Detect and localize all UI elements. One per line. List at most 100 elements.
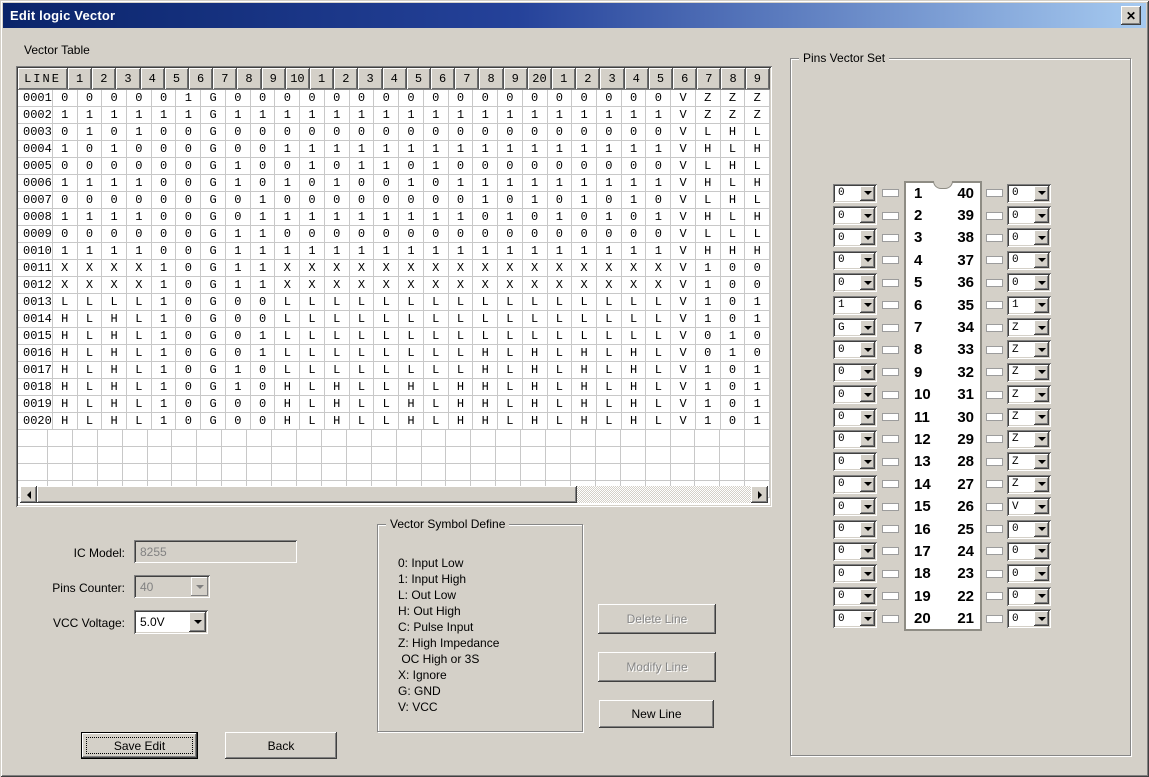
right-pin-combo[interactable]: Z bbox=[1007, 452, 1051, 471]
right-pin-combo[interactable]: 0 bbox=[1007, 228, 1051, 247]
vector-cell[interactable]: 1 bbox=[127, 243, 152, 260]
vector-cell[interactable]: 1 bbox=[374, 209, 399, 226]
right-pin-dropdown-button[interactable] bbox=[1034, 611, 1049, 626]
vector-cell[interactable]: 0 bbox=[127, 226, 152, 243]
vector-cell[interactable]: H bbox=[102, 362, 127, 379]
vector-cell[interactable]: 0 bbox=[53, 192, 78, 209]
vector-cell[interactable]: L bbox=[374, 328, 399, 345]
vector-cell[interactable]: G bbox=[201, 90, 226, 107]
vector-cell[interactable]: G bbox=[201, 226, 226, 243]
vector-cell[interactable]: L bbox=[548, 362, 573, 379]
vector-cell[interactable]: V bbox=[671, 175, 696, 192]
vector-cell[interactable]: 1 bbox=[325, 243, 350, 260]
vector-cell[interactable]: 0 bbox=[350, 124, 375, 141]
vector-cell[interactable]: 1 bbox=[424, 243, 449, 260]
vector-cell[interactable]: L bbox=[548, 328, 573, 345]
vector-cell[interactable]: H bbox=[523, 379, 548, 396]
vector-cell[interactable]: 0 bbox=[300, 124, 325, 141]
vector-cell[interactable]: L bbox=[53, 294, 78, 311]
scroll-left-button[interactable] bbox=[20, 486, 37, 503]
vector-cell[interactable]: X bbox=[325, 260, 350, 277]
vector-cell[interactable]: L bbox=[622, 294, 647, 311]
line-number-cell[interactable]: 0019 bbox=[18, 396, 53, 413]
vector-cell[interactable]: 0 bbox=[572, 158, 597, 175]
vector-cell[interactable]: X bbox=[646, 260, 671, 277]
vector-cell[interactable]: 0 bbox=[597, 90, 622, 107]
vector-cell[interactable]: V bbox=[671, 260, 696, 277]
vector-cell[interactable]: Z bbox=[721, 90, 746, 107]
vector-cell[interactable]: X bbox=[473, 260, 498, 277]
vector-cell[interactable]: H bbox=[572, 396, 597, 413]
vector-cell[interactable]: L bbox=[745, 192, 770, 209]
vector-cell[interactable]: 1 bbox=[696, 413, 721, 430]
vector-cell[interactable]: 1 bbox=[548, 107, 573, 124]
vector-cell[interactable]: 1 bbox=[597, 107, 622, 124]
vector-cell[interactable]: X bbox=[325, 277, 350, 294]
left-pin-combo[interactable]: 0 bbox=[833, 340, 877, 359]
vector-cell[interactable]: X bbox=[300, 277, 325, 294]
vector-cell[interactable]: 1 bbox=[498, 175, 523, 192]
vector-cell[interactable]: 0 bbox=[646, 192, 671, 209]
vector-cell[interactable]: L bbox=[300, 294, 325, 311]
vector-cell[interactable]: 1 bbox=[350, 209, 375, 226]
vector-cell[interactable]: G bbox=[201, 413, 226, 430]
right-pin-dropdown-button[interactable] bbox=[1034, 499, 1049, 514]
vector-cell[interactable]: H bbox=[53, 413, 78, 430]
scrollbar-track[interactable] bbox=[577, 486, 751, 503]
vector-cell[interactable]: 0 bbox=[226, 311, 251, 328]
vector-cell[interactable]: H bbox=[473, 396, 498, 413]
vector-cell[interactable]: 1 bbox=[424, 107, 449, 124]
table-row[interactable]: 0015HLHL10G01LLLLLLLLLLLLLLLLV010 bbox=[18, 328, 770, 345]
vector-cell[interactable]: 1 bbox=[498, 243, 523, 260]
line-number-cell[interactable]: 0007 bbox=[18, 192, 53, 209]
left-pin-dropdown-button[interactable] bbox=[860, 230, 875, 245]
vector-cell[interactable]: X bbox=[572, 260, 597, 277]
vector-cell[interactable]: 0 bbox=[176, 124, 201, 141]
right-pin-dropdown-button[interactable] bbox=[1034, 544, 1049, 559]
right-pin-combo[interactable]: 0 bbox=[1007, 542, 1051, 561]
vector-cell[interactable]: H bbox=[622, 345, 647, 362]
vector-cell[interactable]: Z bbox=[696, 107, 721, 124]
line-number-cell[interactable]: 0009 bbox=[18, 226, 53, 243]
vector-cell[interactable]: 1 bbox=[374, 141, 399, 158]
vector-cell[interactable]: 1 bbox=[152, 277, 177, 294]
vector-cell[interactable]: L bbox=[449, 294, 474, 311]
vector-cell[interactable]: L bbox=[424, 362, 449, 379]
vector-cell[interactable]: L bbox=[424, 311, 449, 328]
vector-cell[interactable]: 1 bbox=[548, 175, 573, 192]
vector-cell[interactable]: X bbox=[78, 260, 103, 277]
vector-cell[interactable]: L bbox=[745, 226, 770, 243]
vector-cell[interactable]: 0 bbox=[548, 226, 573, 243]
vector-cell[interactable]: X bbox=[374, 260, 399, 277]
vector-cell[interactable]: 1 bbox=[449, 243, 474, 260]
vector-cell[interactable]: 0 bbox=[127, 192, 152, 209]
vector-cell[interactable]: 0 bbox=[498, 226, 523, 243]
vector-cell[interactable]: X bbox=[399, 260, 424, 277]
vector-cell[interactable]: 0 bbox=[597, 124, 622, 141]
right-pin-dropdown-button[interactable] bbox=[1034, 275, 1049, 290]
vector-cell[interactable]: X bbox=[523, 260, 548, 277]
vector-cell[interactable]: 1 bbox=[251, 345, 276, 362]
vector-cell[interactable]: L bbox=[374, 379, 399, 396]
right-pin-dropdown-button[interactable] bbox=[1034, 253, 1049, 268]
vector-cell[interactable]: 1 bbox=[473, 107, 498, 124]
vector-cell[interactable]: L bbox=[548, 294, 573, 311]
vector-cell[interactable]: 0 bbox=[275, 192, 300, 209]
vector-cell[interactable]: H bbox=[622, 362, 647, 379]
vector-cell[interactable]: 0 bbox=[251, 294, 276, 311]
left-pin-dropdown-button[interactable] bbox=[860, 477, 875, 492]
left-pin-dropdown-button[interactable] bbox=[860, 454, 875, 469]
table-row[interactable]: 0013LLLL10G00LLLLLLLLLLLLLLLLV101 bbox=[18, 294, 770, 311]
vector-cell[interactable]: L bbox=[350, 396, 375, 413]
vector-cell[interactable]: 0 bbox=[424, 124, 449, 141]
vector-cell[interactable]: L bbox=[597, 345, 622, 362]
vector-cell[interactable]: 1 bbox=[152, 413, 177, 430]
vector-cell[interactable]: L bbox=[696, 124, 721, 141]
vector-cell[interactable]: L bbox=[646, 413, 671, 430]
vector-cell[interactable]: V bbox=[671, 209, 696, 226]
vector-cell[interactable]: H bbox=[523, 413, 548, 430]
vector-cell[interactable]: 1 bbox=[275, 107, 300, 124]
vector-cell[interactable]: 1 bbox=[275, 175, 300, 192]
table-row[interactable]: 0017HLHL10G10LLLLLLLLHLHLHLHLV101 bbox=[18, 362, 770, 379]
vector-cell[interactable]: 1 bbox=[424, 209, 449, 226]
